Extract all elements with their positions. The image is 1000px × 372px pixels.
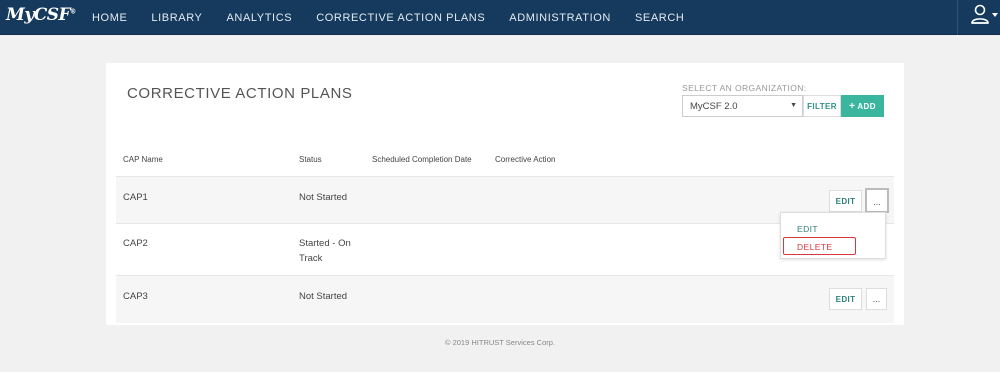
org-select-value: MyCSF 2.0 [690,101,738,112]
col-header-corrective-action[interactable]: Corrective Action [495,155,555,164]
cap-card: CORRECTIVE ACTION PLANS SELECT AN ORGANI… [106,63,904,325]
nav-item-analytics[interactable]: ANALYTICS [226,12,292,24]
filter-button[interactable]: FILTER [803,95,841,117]
user-menu-button[interactable] [957,0,1000,35]
table-row [116,276,894,323]
more-options-button[interactable]: ... [866,288,887,310]
row-actions-menu: EDIT DELETE [780,212,886,259]
edit-button[interactable]: EDIT [829,288,862,310]
footer-copyright: © 2019 HITRUST Services Corp. [444,338,555,347]
nav-item-library[interactable]: LIBRARY [151,12,202,24]
plus-icon: + [849,101,856,112]
cap-name-cell[interactable]: CAP1 [123,190,148,205]
menu-item-delete[interactable]: DELETE [783,237,856,255]
col-header-status[interactable]: Status [299,155,322,164]
col-header-scheduled-completion-date[interactable]: Scheduled Completion Date [372,155,472,164]
cap-name-cell[interactable]: CAP3 [123,289,148,304]
add-button-label: ADD [857,102,876,111]
main-nav: HOME LIBRARY ANALYTICS CORRECTIVE ACTION… [80,0,696,35]
edit-button[interactable]: EDIT [829,190,862,212]
status-cell: Started - On Track [299,238,351,264]
col-header-cap-name[interactable]: CAP Name [123,155,163,164]
user-icon [971,4,989,24]
chevron-down-icon [992,13,998,17]
add-button[interactable]: + ADD [841,95,884,117]
org-select[interactable]: MyCSF 2.0 ▼ [682,95,803,117]
table-row [116,177,894,223]
page-title: CORRECTIVE ACTION PLANS [127,85,353,102]
nav-item-administration[interactable]: ADMINISTRATION [509,12,611,24]
row-divider [116,223,894,224]
status-cell: Not Started [299,291,348,302]
nav-item-home[interactable]: HOME [92,12,127,24]
status-cell: Not Started [299,192,348,203]
cap-name-cell[interactable]: CAP2 [123,236,148,251]
nav-item-corrective-action-plans[interactable]: CORRECTIVE ACTION PLANS [316,12,485,24]
menu-item-edit[interactable]: EDIT [797,224,818,234]
more-options-button[interactable]: ... [865,188,889,213]
org-select-label: SELECT AN ORGANIZATION: [682,83,807,93]
mycsf-logo[interactable]: MyCSF® [6,5,76,25]
caret-down-icon: ▼ [790,102,797,109]
nav-item-search[interactable]: SEARCH [635,12,684,24]
top-nav-bar: MyCSF® HOME LIBRARY ANALYTICS CORRECTIVE… [0,0,1000,35]
